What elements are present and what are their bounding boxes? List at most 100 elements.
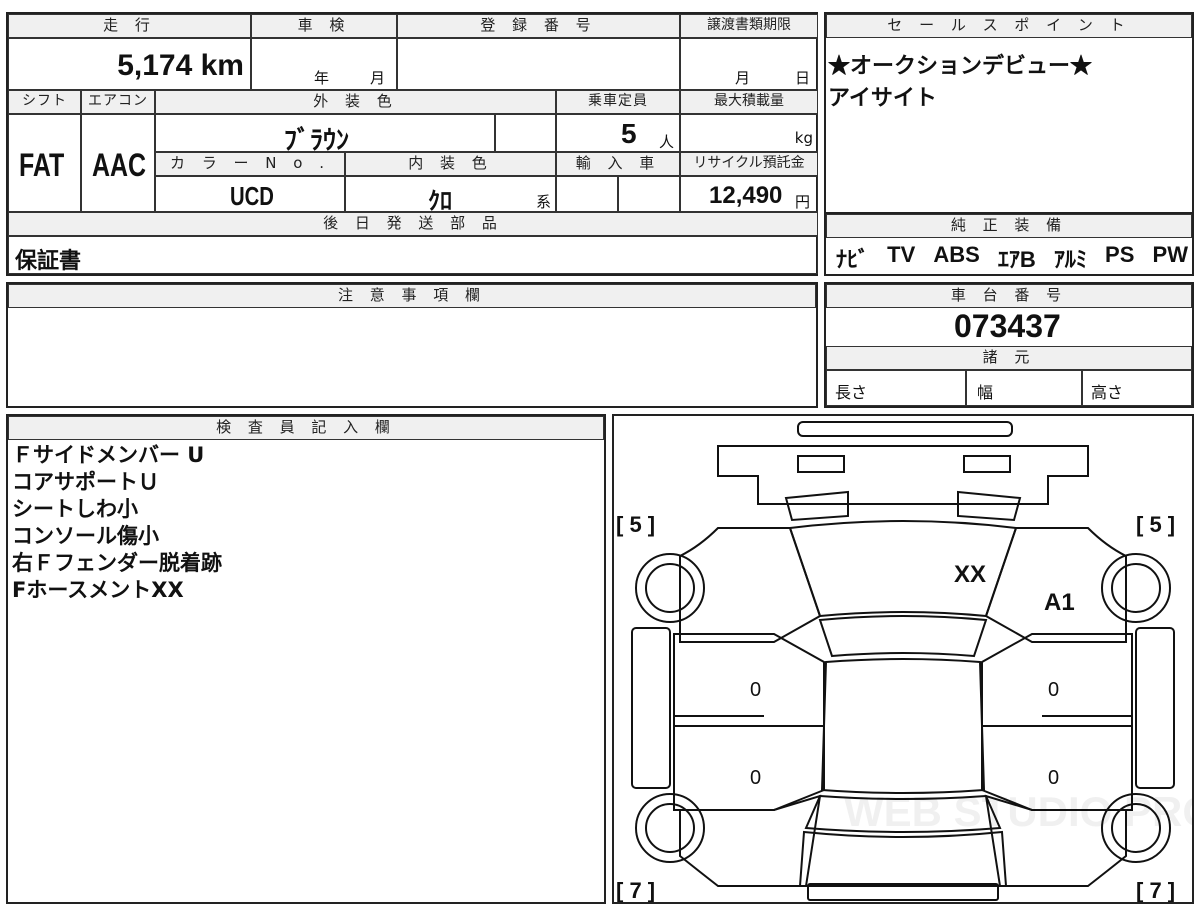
registration-header: 登 録 番 号 xyxy=(397,14,680,38)
mileage-cell: 5,174 km xyxy=(8,38,251,90)
aircon-cell: AAC xyxy=(81,114,155,212)
spec-height-cell: 高さ xyxy=(1082,370,1192,406)
import-cell-2 xyxy=(618,176,680,212)
damage-mark-fender: A1 xyxy=(1044,589,1075,616)
watermark: WEB STUDIO PRO xyxy=(844,788,1192,835)
tire-depth-rear-right: [ 7 ] xyxy=(1136,878,1175,902)
spec-length-label: 長さ xyxy=(835,383,868,402)
specs-header: 諸 元 xyxy=(826,346,1192,370)
interior-color-value: ｸﾛ xyxy=(428,188,452,215)
equipment-item: ﾅﾋﾞ xyxy=(836,247,870,272)
capacity-unit: 人 xyxy=(659,133,675,151)
windshield xyxy=(818,615,988,658)
equipment-item: PW xyxy=(1152,242,1188,267)
wheel-front-left-inner xyxy=(645,563,695,613)
spec-length-cell: 長さ xyxy=(826,370,966,406)
exterior-color-extra-cell xyxy=(495,114,556,152)
left-rear-door xyxy=(673,725,825,811)
equipment-panel: 純 正 装 備 ﾅﾋﾞ TV ABS ｴｱB ｱﾙﾐ PS PW xyxy=(824,212,1194,276)
import-header: 輸 入 車 xyxy=(556,152,680,176)
sales-point-line-1: ★オークションデビュー★ xyxy=(828,53,1093,78)
left-fender-front xyxy=(679,527,822,643)
door-mark-right-rear: 0 xyxy=(1048,767,1059,789)
color-no-value: UCD xyxy=(230,181,274,211)
inspector-header: 検 査 員 記 入 欄 xyxy=(8,416,604,440)
tire-depth-front-right: [ 5 ] xyxy=(1136,512,1175,537)
interior-color-header: 内 装 色 xyxy=(345,152,556,176)
aircon-header: エアコン xyxy=(81,90,155,114)
color-no-cell: UCD xyxy=(155,176,345,212)
recycle-cell: 12,490 円 xyxy=(680,176,818,212)
inspector-line: コアサポートＵ xyxy=(12,470,159,494)
recycle-unit: 円 xyxy=(795,193,811,211)
inspection-year-unit: 年 xyxy=(314,69,330,87)
capacity-header: 乗車定員 xyxy=(556,90,680,114)
headlight-left xyxy=(797,455,845,473)
vent-right xyxy=(957,490,1022,522)
aircon-value: AAC xyxy=(92,147,147,183)
spec-width-cell: 幅 xyxy=(966,370,1082,406)
recycle-header: リサイクル預託金 xyxy=(680,152,818,176)
transfer-deadline-header: 譲渡書類期限 xyxy=(680,14,818,38)
inspector-line: コンソール傷小 xyxy=(12,524,159,548)
equipment-item: ABS xyxy=(933,242,980,267)
max-load-cell: kg xyxy=(680,114,818,152)
inspection-month-unit: 月 xyxy=(370,69,386,87)
equipment-item: ｴｱB xyxy=(997,247,1036,272)
inspection-header: 車 検 xyxy=(251,14,397,38)
car-diagram-panel: WEB STUDIO PRO [ 5 ] [ 5 ] [ 7 ] [ 7 ] X… xyxy=(612,414,1194,904)
spec-height-label: 高さ xyxy=(1091,383,1124,402)
door-mark-right-front: 0 xyxy=(1048,679,1059,701)
notes-header: 注 意 事 項 欄 xyxy=(8,284,816,308)
front-bumper xyxy=(797,421,1013,437)
roof xyxy=(820,658,986,794)
right-fender-front xyxy=(984,527,1127,643)
import-cell-1 xyxy=(556,176,618,212)
spec-width-label: 幅 xyxy=(977,383,994,402)
tire-depth-front-left: [ 5 ] xyxy=(616,512,655,537)
deadline-month-unit: 月 xyxy=(735,69,751,87)
wheel-front-right-inner xyxy=(1111,563,1161,613)
interior-color-cell: ｸﾛ 系 xyxy=(345,176,556,215)
right-rocker xyxy=(1135,627,1175,789)
door-mark-left-front: 0 xyxy=(750,679,761,701)
damage-mark-hood: XX xyxy=(954,561,986,588)
recycle-value: 12,490 xyxy=(709,182,783,209)
left-front-door xyxy=(673,633,825,727)
inspector-line: 右Ｆフェンダー脱着跡 xyxy=(12,551,222,575)
interior-color-suffix: 系 xyxy=(536,193,552,211)
left-rocker xyxy=(631,627,671,789)
mileage-value: 5,174 km xyxy=(117,49,244,82)
max-load-header: 最大積載量 xyxy=(680,90,818,114)
inspector-panel: 検 査 員 記 入 欄 Ｆサイドメンバー U コアサポートＵ シートしわ小 コン… xyxy=(6,414,606,904)
max-load-unit: kg xyxy=(794,129,813,147)
registration-cell xyxy=(397,38,680,90)
vent-left xyxy=(784,490,849,522)
capacity-value: 5 xyxy=(621,118,637,149)
later-parts-value: 保証書 xyxy=(15,248,82,273)
chassis-header: 車 台 番 号 xyxy=(826,284,1192,308)
inspector-line: Ｆサイドメンバー U xyxy=(12,443,205,467)
capacity-cell: 5 人 xyxy=(556,114,680,152)
equipment-item: TV xyxy=(887,242,916,267)
car-diagram: WEB STUDIO PRO [ 5 ] [ 5 ] [ 7 ] [ 7 ] X… xyxy=(616,421,1192,902)
shift-header: シフト xyxy=(8,90,81,114)
sales-points-header: セ ー ル ス ポ イ ン ト xyxy=(826,14,1192,38)
shift-cell: FAT xyxy=(8,114,81,212)
shift-value: FAT xyxy=(19,147,65,183)
later-parts-cell: 保証書 xyxy=(8,236,818,274)
deadline-day-unit: 日 xyxy=(795,69,811,87)
exterior-color-header: 外 装 色 xyxy=(155,90,556,114)
inspector-line: シートしわ小 xyxy=(12,497,138,521)
sales-point-line-2: アイサイト xyxy=(828,85,937,110)
wheel-rear-left-inner xyxy=(645,803,695,853)
sales-points-panel: セ ー ル ス ポ イ ン ト ★オークションデビュー★ アイサイト xyxy=(824,12,1194,214)
equipment-item: PS xyxy=(1105,242,1135,267)
door-mark-left-rear: 0 xyxy=(750,767,761,789)
front-end xyxy=(717,445,1089,505)
chassis-panel: 車 台 番 号 073437 諸 元 長さ 幅 高さ xyxy=(824,282,1194,408)
later-parts-header: 後 日 発 送 部 品 xyxy=(8,212,818,236)
exterior-color-cell: ﾌﾞﾗｳﾝ xyxy=(155,114,495,155)
equipment-list: ﾅﾋﾞ TV ABS ｴｱB ｱﾙﾐ PS PW xyxy=(836,242,1188,274)
vehicle-info-table: 走 行 車 検 登 録 番 号 譲渡書類期限 5,174 km 年 月 月 日 … xyxy=(6,12,818,276)
